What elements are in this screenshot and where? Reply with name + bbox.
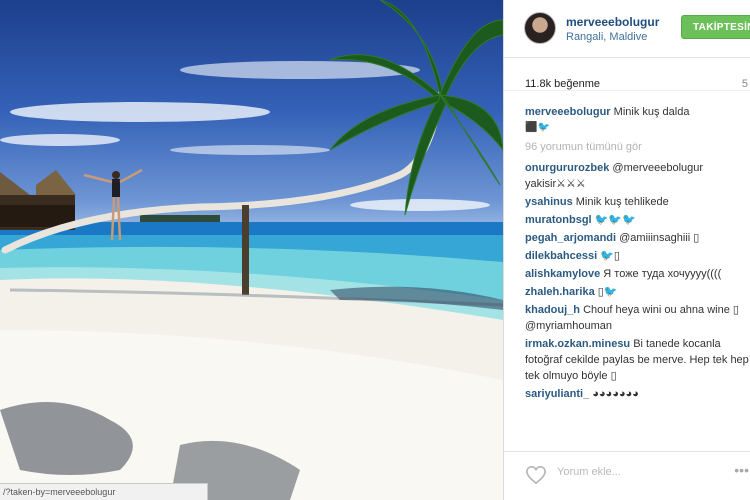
heart-icon[interactable] [525, 465, 547, 485]
beach-photo-illustration [0, 0, 503, 500]
comment-text: ▯🐦 [597, 286, 618, 298]
time-ago: 5 [741, 78, 748, 90]
caption-text: Minik kuş dalda [613, 106, 690, 118]
comment-author[interactable]: alishkamylove [525, 268, 600, 280]
list-item: zhaleh.harika ▯🐦 [525, 284, 750, 300]
caption-emoji: ⬛🐦 [525, 122, 550, 133]
comment-author[interactable]: pegah_arjomandi [525, 232, 616, 244]
caption-author[interactable]: merveeebolugur [525, 106, 611, 118]
avatar[interactable] [524, 12, 556, 44]
comment-author[interactable]: ysahinus [525, 196, 573, 208]
comment-bar: Yorum ekle... ••• [504, 451, 750, 500]
list-item: pegah_arjomandi @amiiinsaghiii ▯ [525, 230, 750, 246]
comment-text: ◕◕◕◕◕◕◕ [592, 388, 639, 400]
comment-author[interactable]: sariyulianti_ [525, 388, 589, 400]
comment-author[interactable]: dilekbahcessi [525, 250, 597, 262]
view-all-comments-link[interactable]: 96 yorumun tümünü gör [525, 139, 750, 155]
comment-author[interactable]: khadouj_h [525, 304, 580, 316]
browser-status-bar: /?taken-by=merveeebolugur [0, 483, 208, 500]
list-item: onurgururozbek @merveeebolugur yakisir⚔⚔… [525, 160, 750, 192]
likes-row: 11.8k beğenme 5 [504, 58, 750, 91]
comment-author[interactable]: zhaleh.harika [525, 286, 595, 298]
comment-text: @amiiinsaghiii ▯ [619, 232, 700, 244]
caption: merveeebolugur Minik kuş dalda ⬛🐦 [525, 104, 750, 136]
more-options-icon[interactable]: ••• [734, 462, 749, 478]
list-item: muratonbsgl 🐦🐦🐦 [525, 212, 750, 228]
comment-author[interactable]: irmak.ozkan.minesu [525, 338, 630, 350]
comment-text: Я тоже туда хочуууу(((( [603, 268, 722, 280]
comments-list: merveeebolugur Minik kuş dalda ⬛🐦 96 yor… [525, 104, 750, 446]
comment-text: Minik kuş tehlikede [575, 196, 669, 208]
post-photo[interactable]: /?taken-by=merveeebolugur [0, 0, 503, 500]
post-details-panel: merveeebolugur Rangali, Maldive TAKİPTES… [503, 0, 750, 500]
post-header: merveeebolugur Rangali, Maldive TAKİPTES… [504, 0, 750, 58]
username-link[interactable]: merveeebolugur [566, 15, 659, 29]
comment-input[interactable]: Yorum ekle... [557, 466, 621, 478]
list-item: alishkamylove Я тоже туда хочуууу(((( [525, 266, 750, 282]
list-item: dilekbahcessi 🐦▯ [525, 248, 750, 264]
comment-author[interactable]: onurgururozbek [525, 162, 609, 174]
list-item: sariyulianti_ ◕◕◕◕◕◕◕ [525, 386, 750, 402]
list-item: ysahinus Minik kuş tehlikede [525, 194, 750, 210]
location-link[interactable]: Rangali, Maldive [566, 31, 647, 43]
comment-text: 🐦🐦🐦 [594, 214, 636, 226]
list-item: irmak.ozkan.minesu Bi tanede kocanla fot… [525, 336, 750, 384]
comment-author[interactable]: muratonbsgl [525, 214, 592, 226]
following-button[interactable]: TAKİPTESİN [681, 15, 750, 39]
comment-text: 🐦▯ [600, 250, 620, 262]
likes-count[interactable]: 11.8k beğenme [525, 78, 600, 90]
list-item: khadouj_h Chouf heya wini ou ahna wine ▯… [525, 302, 750, 334]
